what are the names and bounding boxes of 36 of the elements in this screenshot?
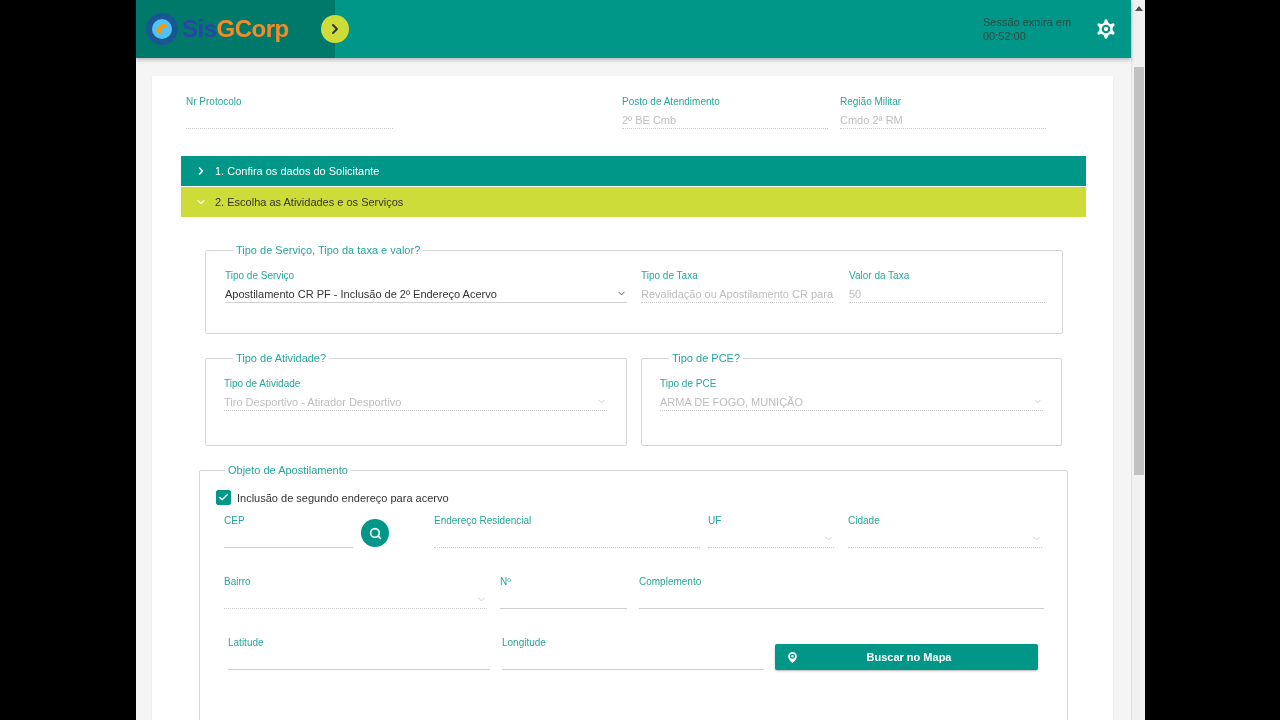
scrollbar[interactable]: [1131, 0, 1145, 720]
group-legend: Tipo de PCE?: [669, 352, 744, 364]
group-legend: Objeto de Apostilamento: [225, 464, 351, 476]
accordion-header[interactable]: 1. Confira os dados do Solicitante: [181, 156, 1086, 186]
search-icon: [368, 526, 382, 540]
logo-text: SisGCorp: [182, 15, 289, 43]
field-label: Longitude: [502, 637, 547, 649]
menu-toggle-button[interactable]: [321, 15, 349, 43]
field-label: Tipo de PCE: [660, 378, 718, 390]
field-label: Posto de Atendimento: [622, 96, 721, 108]
search-button[interactable]: [361, 519, 389, 547]
map-pin-icon: [785, 649, 800, 665]
logo-icon: [144, 11, 180, 47]
checkbox-label: Inclusão de segundo endereço para acervo: [237, 491, 449, 504]
field-label: Latitude: [228, 637, 265, 649]
select-field[interactable]: Apostilamento CR PF - Inclusão de 2º Endereço Acervo: [225, 285, 627, 303]
field-label: Tipo de Atividade: [224, 378, 302, 390]
checkbox[interactable]: [216, 490, 231, 505]
field-label: Nº: [500, 576, 512, 588]
group-legend: Tipo de Serviço, Tipo da taxa e valor?: [233, 244, 424, 256]
check-icon: [218, 492, 229, 503]
field-label: Cidade: [848, 515, 881, 527]
field-label: Tipo de Serviço: [225, 270, 296, 282]
field-label: Bairro: [224, 576, 252, 588]
map-search-button[interactable]: Buscar no Mapa: [775, 644, 1038, 670]
accordion-header[interactable]: 2. Escolha as Atividades e os Serviços: [181, 187, 1086, 217]
field-label: Região Militar: [840, 96, 903, 108]
field-label: Tipo de Taxa: [641, 270, 699, 282]
field-label: Valor da Taxa: [849, 270, 911, 282]
field-label: Endereço Residencial: [434, 515, 533, 527]
field-label: UF: [708, 515, 723, 527]
field-label: CEP: [224, 515, 246, 527]
session-timer: Sessão expira em 00:52:00: [983, 15, 1073, 43]
field-label: Nr Protocolo: [186, 96, 243, 108]
field-label: Complemento: [639, 576, 703, 588]
group-legend: Tipo de Atividade?: [233, 352, 330, 364]
